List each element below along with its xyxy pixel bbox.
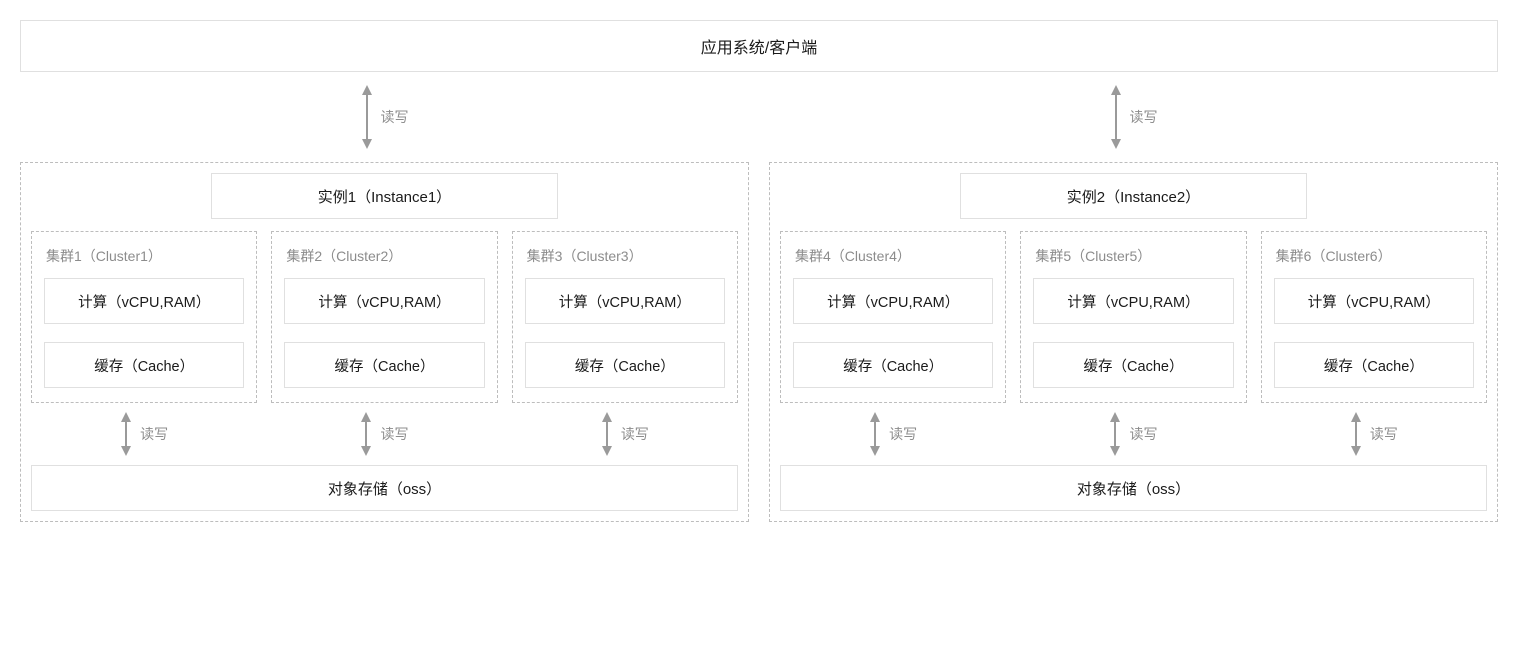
double-arrow-icon (601, 412, 613, 456)
double-arrow-icon (1110, 85, 1122, 149)
cluster-label: 集群2（Cluster2） (284, 244, 484, 278)
top-arrow-right-container: 读写 (769, 72, 1498, 162)
rw-label: 读写 (621, 424, 649, 444)
instance-2-storage: 对象存储（oss） (780, 465, 1487, 511)
instance-1-container: 实例1（Instance1） 集群1（Cluster1） 计算（vCPU,RAM… (20, 162, 749, 522)
double-arrow-icon (360, 412, 372, 456)
arrow-cell: 读写 (1261, 403, 1487, 465)
rw-arrow: 读写 (361, 85, 409, 149)
compute-box: 计算（vCPU,RAM） (284, 278, 484, 324)
arrow-cell: 读写 (512, 403, 738, 465)
instance-2-title: 实例2（Instance2） (960, 173, 1307, 219)
arrow-cell: 读写 (31, 403, 257, 465)
arrow-cell: 读写 (271, 403, 497, 465)
rw-arrow: 读写 (360, 412, 408, 456)
top-arrow-left-container: 读写 (20, 72, 749, 162)
rw-label: 读写 (381, 107, 409, 127)
rw-arrow: 读写 (1110, 85, 1158, 149)
cache-box: 缓存（Cache） (525, 342, 725, 388)
rw-label: 读写 (140, 424, 168, 444)
cluster-label: 集群1（Cluster1） (44, 244, 244, 278)
instance-2-container: 实例2（Instance2） 集群4（Cluster4） 计算（vCPU,RAM… (769, 162, 1498, 522)
arrow-cell: 读写 (780, 403, 1006, 465)
cluster-1: 集群1（Cluster1） 计算（vCPU,RAM） 缓存（Cache） (31, 231, 257, 403)
instance-1-storage-arrows: 读写 读写 (31, 403, 738, 465)
double-arrow-icon (120, 412, 132, 456)
cache-box: 缓存（Cache） (44, 342, 244, 388)
cluster-2: 集群2（Cluster2） 计算（vCPU,RAM） 缓存（Cache） (271, 231, 497, 403)
rw-arrow: 读写 (601, 412, 649, 456)
compute-box: 计算（vCPU,RAM） (525, 278, 725, 324)
double-arrow-icon (1109, 412, 1121, 456)
cache-box: 缓存（Cache） (1274, 342, 1474, 388)
rw-label: 读写 (1370, 424, 1398, 444)
instance-1-storage: 对象存储（oss） (31, 465, 738, 511)
double-arrow-icon (1350, 412, 1362, 456)
rw-arrow: 读写 (869, 412, 917, 456)
cache-box: 缓存（Cache） (284, 342, 484, 388)
cluster-label: 集群4（Cluster4） (793, 244, 993, 278)
instance-2-clusters: 集群4（Cluster4） 计算（vCPU,RAM） 缓存（Cache） 集群5… (780, 231, 1487, 403)
rw-label: 读写 (380, 424, 408, 444)
instance-2-storage-arrows: 读写 读写 (780, 403, 1487, 465)
instance-1-title: 实例1（Instance1） (211, 173, 558, 219)
rw-arrow: 读写 (120, 412, 168, 456)
cluster-label: 集群5（Cluster5） (1033, 244, 1233, 278)
rw-label: 读写 (889, 424, 917, 444)
rw-arrow: 读写 (1109, 412, 1157, 456)
rw-arrow: 读写 (1350, 412, 1398, 456)
top-arrows-row: 读写 读写 (20, 72, 1498, 162)
cluster-label: 集群6（Cluster6） (1274, 244, 1474, 278)
cluster-3: 集群3（Cluster3） 计算（vCPU,RAM） 缓存（Cache） (512, 231, 738, 403)
instances-row: 实例1（Instance1） 集群1（Cluster1） 计算（vCPU,RAM… (20, 162, 1498, 522)
cache-box: 缓存（Cache） (793, 342, 993, 388)
cluster-6: 集群6（Cluster6） 计算（vCPU,RAM） 缓存（Cache） (1261, 231, 1487, 403)
cluster-5: 集群5（Cluster5） 计算（vCPU,RAM） 缓存（Cache） (1020, 231, 1246, 403)
compute-box: 计算（vCPU,RAM） (1033, 278, 1233, 324)
compute-box: 计算（vCPU,RAM） (44, 278, 244, 324)
cache-box: 缓存（Cache） (1033, 342, 1233, 388)
rw-label: 读写 (1129, 424, 1157, 444)
double-arrow-icon (361, 85, 373, 149)
rw-label: 读写 (1130, 107, 1158, 127)
double-arrow-icon (869, 412, 881, 456)
instance-1-clusters: 集群1（Cluster1） 计算（vCPU,RAM） 缓存（Cache） 集群2… (31, 231, 738, 403)
cluster-label: 集群3（Cluster3） (525, 244, 725, 278)
compute-box: 计算（vCPU,RAM） (1274, 278, 1474, 324)
client-box: 应用系统/客户端 (20, 20, 1498, 72)
cluster-4: 集群4（Cluster4） 计算（vCPU,RAM） 缓存（Cache） (780, 231, 1006, 403)
compute-box: 计算（vCPU,RAM） (793, 278, 993, 324)
arrow-cell: 读写 (1020, 403, 1246, 465)
